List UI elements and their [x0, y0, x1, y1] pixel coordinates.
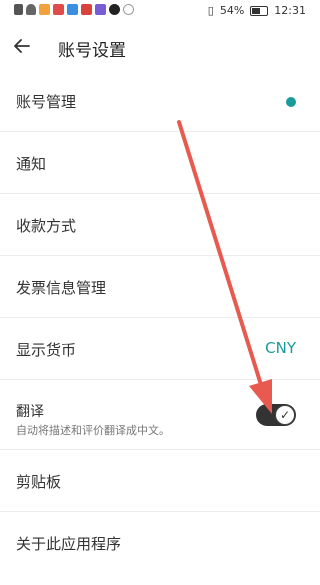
settings-item-clipboard[interactable]: 剪贴板	[0, 450, 320, 512]
settings-item-label: 通知	[16, 155, 47, 173]
settings-item-payment[interactable]: 收款方式	[0, 194, 320, 256]
status-bar: ▯ 54% 12:31	[0, 0, 320, 22]
settings-item-currency[interactable]: 显示货币 CNY	[0, 318, 320, 380]
clock: 12:31	[274, 4, 306, 17]
settings-item-notify[interactable]: 通知	[0, 132, 320, 194]
settings-item-label: 账号管理	[16, 93, 77, 111]
settings-item-about[interactable]: 关于此应用程序	[0, 512, 320, 573]
settings-item-invoice[interactable]: 发票信息管理	[0, 256, 320, 318]
settings-item-label: 关于此应用程序	[16, 535, 122, 553]
settings-item-label: 翻译	[16, 404, 44, 420]
app-icon-purple	[95, 4, 106, 15]
settings-item-label: 剪贴板	[16, 473, 62, 491]
check-icon: ✓	[275, 405, 295, 425]
app-icon-red2	[81, 4, 92, 15]
settings-item-translate: 翻译 自动将描述和评价翻译成中文。 ✓	[0, 380, 320, 450]
settings-item-label: 显示货币	[16, 341, 77, 359]
battery-percent: 54%	[219, 4, 245, 17]
app-icon-orange	[39, 4, 50, 15]
vibrate-icon: ▯	[207, 4, 214, 17]
status-icons-left	[14, 4, 134, 15]
back-button[interactable]	[6, 30, 38, 62]
settings-item-label: 收款方式	[16, 217, 77, 235]
settings-item-label: 发票信息管理	[16, 279, 107, 297]
status-icons-right: ▯ 54% 12:31	[208, 4, 306, 17]
qq-icon	[109, 4, 120, 15]
back-arrow-icon	[14, 39, 30, 53]
app-bar: 账号设置	[0, 22, 320, 70]
settings-item-account[interactable]: 账号管理	[0, 70, 320, 132]
translate-toggle[interactable]: ✓	[256, 404, 296, 426]
settings-list: 账号管理 通知 收款方式 发票信息管理 显示货币 CNY 翻译 自动将描述和评价…	[0, 70, 320, 573]
wifi-icon	[26, 4, 36, 15]
app-icon-red	[53, 4, 64, 15]
translate-description: 自动将描述和评价翻译成中文。	[16, 424, 170, 437]
notification-dot	[286, 97, 296, 107]
app-icon-blue	[67, 4, 78, 15]
page-title: 账号设置	[58, 41, 126, 61]
circle-icon	[123, 4, 134, 15]
signal-icon	[14, 4, 23, 15]
currency-value: CNY	[265, 339, 296, 357]
battery-icon	[250, 5, 269, 16]
